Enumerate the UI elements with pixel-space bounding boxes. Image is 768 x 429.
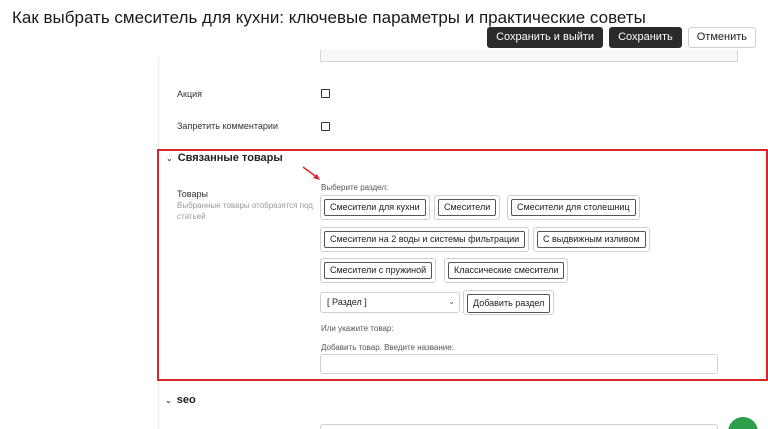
chevron-down-icon: ⌄ — [448, 297, 455, 306]
section-chip-label: Смесители для кухни — [324, 199, 426, 216]
section-chip-label: Смесители с пружиной — [324, 262, 433, 279]
section-select[interactable]: [ Раздел ] ⌄ — [320, 292, 460, 313]
section-chip[interactable]: Смесители для столешниц — [507, 195, 640, 220]
chevron-down-icon: ⌄ — [165, 395, 172, 405]
products-label: Товары — [177, 189, 208, 199]
disable-comments-label: Запретить комментарии — [177, 121, 278, 131]
section-chip-label: С выдвижным изливом — [537, 231, 646, 248]
section-chip[interactable]: С выдвижным изливом — [533, 227, 650, 252]
header-actions: Сохранить и выйти Сохранить Отменить — [487, 27, 756, 48]
promo-label: Акция — [177, 89, 202, 99]
products-hint: Выбранные товары отобразятся под статьей — [177, 201, 313, 221]
save-button[interactable]: Сохранить — [609, 27, 682, 48]
related-products-section-header[interactable]: ⌄ Связанные товары — [166, 152, 283, 164]
add-section-button[interactable]: Добавить раздел — [463, 290, 555, 315]
disable-comments-checkbox[interactable] — [321, 122, 330, 131]
section-chip-label: Смесители на 2 воды и системы фильтрации — [324, 231, 526, 248]
seo-title: seo — [176, 394, 196, 406]
section-chip[interactable]: Смесители на 2 воды и системы фильтрации — [320, 227, 530, 252]
section-chip[interactable]: Классические смесители — [444, 258, 569, 283]
choose-section-label: Выберите раздел: — [321, 183, 389, 192]
promo-checkbox[interactable] — [321, 89, 330, 98]
or-product-label: Или укажите товар: — [321, 324, 394, 333]
seo-field-input[interactable] — [320, 424, 718, 429]
save-and-exit-button[interactable]: Сохранить и выйти — [487, 27, 604, 48]
section-chip-label: Смесители — [438, 199, 497, 216]
product-search-input[interactable] — [320, 354, 718, 374]
section-chip-label: Классические смесители — [448, 262, 565, 279]
section-chip[interactable]: Смесители — [434, 195, 501, 220]
section-chip-label: Смесители для столешниц — [511, 199, 636, 216]
related-products-title: Связанные товары — [177, 152, 283, 164]
red-arrow-icon — [302, 166, 320, 180]
section-chip[interactable]: Смесители с пружиной — [320, 258, 437, 283]
left-gutter — [0, 58, 158, 429]
section-select-value: [ Раздел ] — [327, 297, 367, 307]
add-section-label: Добавить раздел — [467, 294, 551, 313]
previous-field-input[interactable] — [320, 50, 738, 62]
add-product-label: Добавить товар. Введите название: — [321, 343, 454, 352]
cancel-button[interactable]: Отменить — [687, 27, 756, 48]
seo-section-header[interactable]: ⌄ seo — [165, 394, 196, 406]
page-title: Как выбрать смеситель для кухни: ключевы… — [12, 8, 646, 27]
chevron-down-icon: ⌄ — [166, 153, 173, 163]
section-chip[interactable]: Смесители для кухни — [320, 195, 430, 220]
